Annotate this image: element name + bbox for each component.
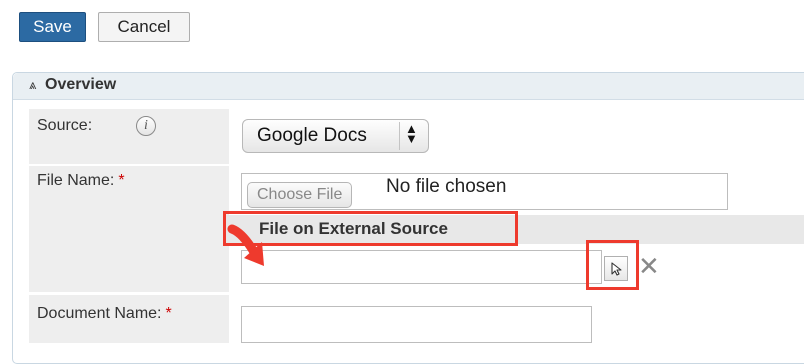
file-upload-field[interactable]: Choose File No file chosen <box>241 173 728 210</box>
chevrons-up-icon[interactable]: ⩓ <box>29 77 36 93</box>
overview-panel-header[interactable]: ⩓ Overview <box>13 73 804 100</box>
source-select-value: Google Docs <box>257 125 367 146</box>
required-marker: * <box>118 172 125 189</box>
document-name-label: Document Name: * <box>37 305 172 322</box>
external-source-input[interactable] <box>241 250 602 284</box>
document-name-input[interactable] <box>241 306 592 343</box>
clear-icon[interactable]: ✕ <box>638 252 660 280</box>
file-status-text: No file chosen <box>386 176 507 197</box>
source-select[interactable]: Google Docs ▲ ▼ <box>242 119 429 153</box>
pointer-arrow-icon <box>227 224 264 266</box>
info-icon[interactable]: i <box>136 116 156 136</box>
panel-title: Overview <box>45 76 117 93</box>
select-arrows-icon: ▲ ▼ <box>405 121 418 146</box>
file-name-label: File Name: * <box>37 172 125 189</box>
save-button[interactable]: Save <box>19 12 86 42</box>
cancel-button[interactable]: Cancel <box>98 12 190 42</box>
choose-file-button[interactable]: Choose File <box>247 182 353 208</box>
required-marker: * <box>165 305 172 322</box>
select-divider <box>399 122 400 150</box>
select-file-button[interactable] <box>604 256 628 281</box>
cursor-icon <box>611 261 622 276</box>
source-label: Source: <box>37 117 93 134</box>
